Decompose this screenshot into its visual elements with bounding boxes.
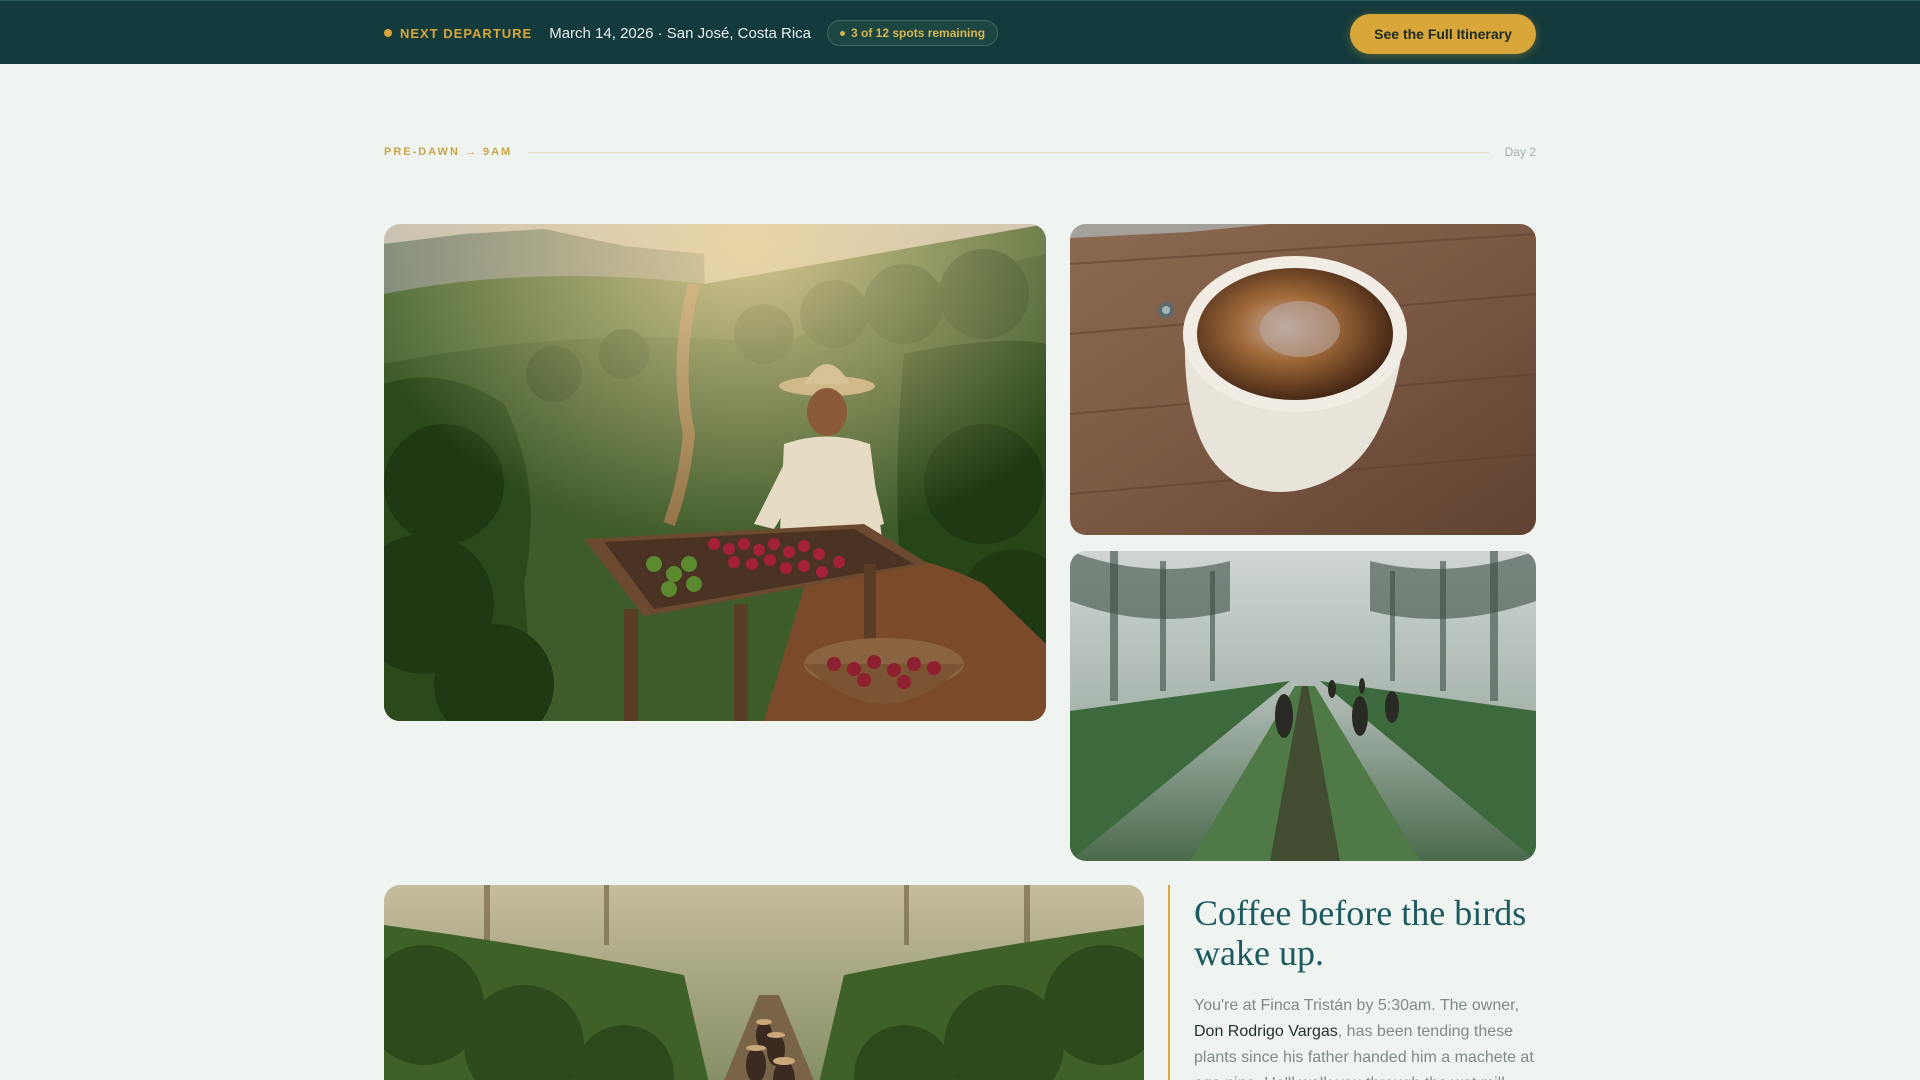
story-block: Coffee before the birds wake up. You're … bbox=[1168, 885, 1536, 1080]
coffee-cup-photo bbox=[1070, 224, 1536, 535]
host-name: Don Rodrigo Vargas bbox=[1194, 1023, 1338, 1040]
coffee-farmer-illustration bbox=[384, 224, 1046, 721]
coffee-farmer-photo bbox=[384, 224, 1046, 721]
status-dot-icon bbox=[384, 29, 392, 37]
plantation-row-illustration bbox=[384, 885, 1144, 1080]
coffee-cup-illustration bbox=[1070, 224, 1536, 535]
announcement-bar-inner: NEXT DEPARTURE March 14, 2026 · San José… bbox=[384, 1, 1536, 65]
misty-plantation-illustration bbox=[1070, 551, 1536, 861]
story-body: You're at Finca Tristán by 5:30am. The o… bbox=[1194, 993, 1536, 1080]
spots-remaining-text: 3 of 12 spots remaining bbox=[851, 26, 986, 40]
departure-info: March 14, 2026 · San José, Costa Rica bbox=[549, 24, 812, 42]
plantation-row-photo bbox=[384, 885, 1144, 1080]
day-label: Day 2 bbox=[1504, 145, 1536, 159]
section-header: PRE-DAWN → 9AM Day 2 bbox=[384, 144, 1536, 160]
announcement-bar: NEXT DEPARTURE March 14, 2026 · San José… bbox=[0, 0, 1920, 64]
departure-label: NEXT DEPARTURE bbox=[400, 25, 533, 41]
misty-plantation-photo bbox=[1070, 551, 1536, 861]
story-body-intro: You're at Finca Tristán by 5:30am. The o… bbox=[1194, 997, 1520, 1014]
badge-dot-icon bbox=[840, 30, 846, 36]
full-itinerary-button[interactable]: See the Full Itinerary bbox=[1350, 14, 1536, 54]
story-heading: Coffee before the birds wake up. bbox=[1194, 893, 1527, 973]
header-divider bbox=[528, 151, 1489, 153]
time-range-label: PRE-DAWN → 9AM bbox=[384, 146, 513, 158]
spots-remaining-badge: 3 of 12 spots remaining bbox=[827, 20, 999, 46]
